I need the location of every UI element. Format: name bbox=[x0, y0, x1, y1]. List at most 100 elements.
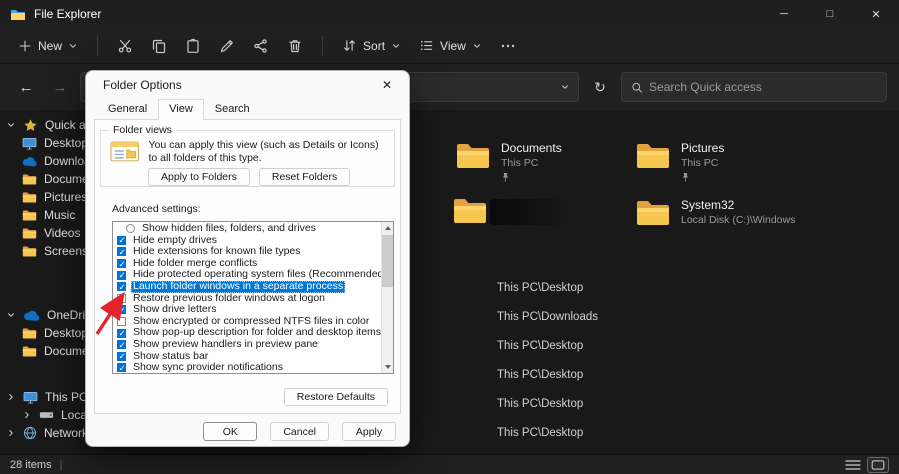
back-button[interactable]: ← bbox=[12, 79, 40, 96]
checkbox[interactable] bbox=[117, 259, 126, 270]
chevron-down-icon bbox=[393, 43, 400, 48]
forward-button[interactable]: → bbox=[46, 79, 74, 96]
checkbox[interactable] bbox=[117, 317, 126, 327]
advanced-settings-rows: Show hidden files, folders, and drives H… bbox=[114, 223, 387, 374]
recent-file-row[interactable]: This PC\Desktop bbox=[497, 331, 598, 360]
tab-view[interactable]: View bbox=[158, 99, 204, 120]
delete-button[interactable] bbox=[279, 33, 311, 59]
scroll-down-button[interactable] bbox=[382, 361, 393, 373]
folder-views-icon bbox=[110, 139, 139, 163]
recent-file-row[interactable]: This PC\Desktop bbox=[497, 418, 598, 447]
tab-general[interactable]: General bbox=[97, 99, 158, 119]
chevron-right-icon[interactable] bbox=[6, 392, 16, 402]
advanced-setting-row[interactable]: Show drive letters bbox=[114, 304, 380, 316]
rename-icon bbox=[220, 39, 233, 52]
search-box[interactable] bbox=[621, 72, 887, 102]
tile-hover-gradient bbox=[490, 199, 576, 225]
ok-button[interactable]: OK bbox=[203, 422, 258, 441]
checkbox[interactable] bbox=[117, 351, 126, 362]
checkbox[interactable] bbox=[117, 293, 126, 303]
file-location: This PC\Desktop bbox=[497, 426, 584, 439]
apply-button[interactable]: Apply bbox=[342, 422, 396, 441]
view-button[interactable]: View bbox=[411, 33, 490, 58]
more-options-button[interactable] bbox=[492, 33, 524, 59]
dialog-titlebar: Folder Options ✕ bbox=[86, 71, 409, 99]
view-toggles bbox=[845, 456, 889, 473]
checkbox[interactable] bbox=[117, 247, 126, 258]
cancel-button[interactable]: Cancel bbox=[270, 422, 329, 441]
tile-location: Local Disk (C:)\Windows bbox=[681, 214, 796, 226]
window-title: File Explorer bbox=[34, 7, 102, 21]
view-button-label: View bbox=[440, 38, 466, 53]
folder-tile-documents[interactable]: Documents This PC bbox=[455, 141, 562, 183]
scrollbar-thumb[interactable] bbox=[382, 235, 393, 287]
advanced-settings-listbox[interactable]: Show hidden files, folders, and drives H… bbox=[112, 221, 394, 374]
close-button[interactable]: ✕ bbox=[853, 0, 899, 28]
advanced-setting-label: Show hidden files, folders, and drives bbox=[142, 222, 316, 235]
folder-tile-unnamed[interactable] bbox=[452, 196, 488, 226]
share-button[interactable] bbox=[245, 33, 277, 59]
recent-file-row[interactable]: This PC\Desktop bbox=[497, 273, 598, 302]
restore-defaults-button[interactable]: Restore Defaults bbox=[283, 388, 388, 406]
checkbox[interactable] bbox=[117, 235, 126, 246]
view-tab-panel: Folder views You can apply this view (su… bbox=[94, 119, 401, 414]
sort-button[interactable]: Sort bbox=[334, 33, 409, 58]
checkbox[interactable] bbox=[126, 224, 135, 234]
sidebar-item-label: Network bbox=[44, 426, 89, 440]
tile-name: System32 bbox=[681, 198, 735, 212]
rename-button[interactable] bbox=[211, 33, 243, 59]
dialog-close-button[interactable]: ✕ bbox=[365, 71, 409, 99]
reset-folders-button[interactable]: Reset Folders bbox=[258, 168, 351, 187]
folder-icon bbox=[22, 173, 37, 186]
chevron-down-icon[interactable] bbox=[6, 310, 16, 320]
sort-button-label: Sort bbox=[363, 38, 386, 53]
caption-buttons: ─ □ ✕ bbox=[761, 0, 899, 28]
large-icons-view-toggle[interactable] bbox=[867, 456, 889, 473]
apply-to-folders-button[interactable]: Apply to Folders bbox=[148, 168, 250, 187]
address-dropdown-chevron-icon[interactable] bbox=[560, 82, 570, 92]
advanced-setting-row[interactable]: Launch folder windows in a separate proc… bbox=[114, 281, 380, 293]
checkbox[interactable] bbox=[117, 282, 126, 293]
maximize-button[interactable]: □ bbox=[807, 0, 853, 28]
cut-button[interactable] bbox=[109, 33, 141, 59]
advanced-setting-label: Show sync provider notifications bbox=[133, 361, 283, 374]
chevron-down-icon[interactable] bbox=[6, 120, 16, 130]
advanced-setting-row[interactable]: Show hidden files, folders, and drives bbox=[114, 223, 380, 235]
details-view-icon[interactable] bbox=[845, 459, 861, 471]
recent-file-row[interactable]: This PC\Downloads bbox=[497, 302, 598, 331]
advanced-setting-row[interactable]: Show sync provider notifications bbox=[114, 361, 380, 374]
chevron-right-icon[interactable] bbox=[22, 410, 32, 420]
dialog-title: Folder Options bbox=[103, 78, 182, 92]
folder-icon bbox=[22, 327, 37, 340]
file-location: This PC\Desktop bbox=[497, 339, 584, 352]
chevron-right-icon[interactable] bbox=[6, 428, 16, 438]
scrollbar[interactable] bbox=[381, 222, 393, 373]
scroll-up-button[interactable] bbox=[382, 222, 393, 234]
plus-icon bbox=[19, 40, 31, 51]
checkbox[interactable] bbox=[117, 328, 126, 339]
search-input[interactable] bbox=[649, 80, 877, 94]
recent-file-row[interactable]: This PC\Desktop bbox=[497, 360, 598, 389]
tile-name: Pictures bbox=[681, 141, 725, 155]
minimize-button[interactable]: ─ bbox=[761, 0, 807, 28]
refresh-button[interactable]: ↻ bbox=[585, 79, 615, 96]
new-button[interactable]: New bbox=[10, 34, 86, 58]
new-button-label: New bbox=[38, 38, 63, 53]
status-bar: 28 items | bbox=[0, 454, 899, 474]
checkbox[interactable] bbox=[117, 305, 126, 316]
network-icon bbox=[23, 426, 37, 440]
checkbox[interactable] bbox=[117, 363, 126, 373]
recent-file-row[interactable]: This PC\Desktop bbox=[497, 389, 598, 418]
copy-button[interactable] bbox=[143, 33, 175, 59]
paste-button[interactable] bbox=[177, 33, 209, 59]
advanced-setting-row[interactable]: Show preview handlers in preview pane bbox=[114, 338, 380, 351]
file-explorer-window: File Explorer ─ □ ✕ New Sort View ← → ↻ … bbox=[0, 0, 899, 474]
folder-views-label: Folder views bbox=[109, 124, 176, 136]
folder-views-description: You can apply this view (such as Details… bbox=[148, 139, 379, 165]
tab-search[interactable]: Search bbox=[204, 99, 261, 119]
checkbox[interactable] bbox=[117, 340, 126, 351]
folder-icon bbox=[22, 227, 37, 240]
folder-tile-system32[interactable]: System32 Local Disk (C:)\Windows bbox=[635, 198, 795, 228]
folder-tile-pictures[interactable]: Pictures This PC bbox=[635, 141, 724, 183]
checkbox[interactable] bbox=[117, 270, 126, 281]
